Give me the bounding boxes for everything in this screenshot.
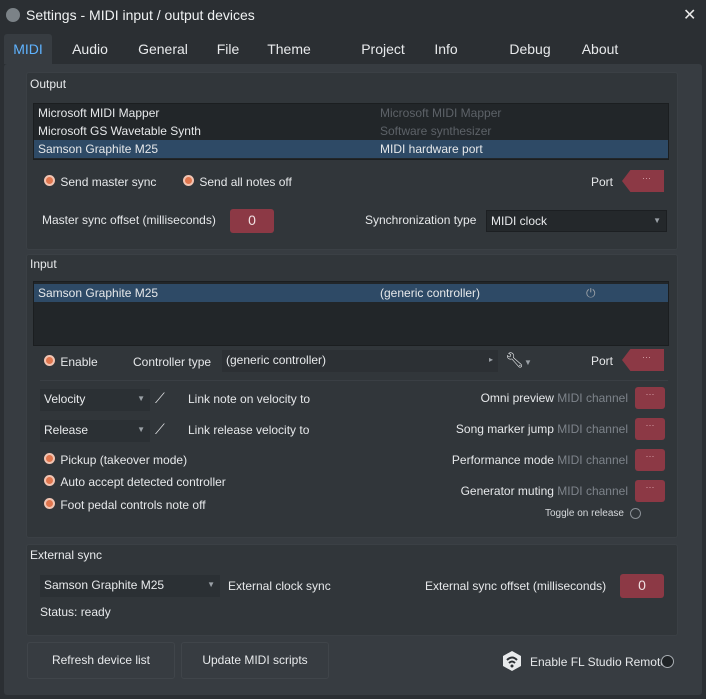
velocity-dropdown[interactable]: Velocity ▼ [40, 389, 150, 411]
output-title: Output [30, 77, 67, 91]
tab-file[interactable]: File [206, 34, 250, 64]
tab-project[interactable]: Project [350, 34, 416, 64]
list-item[interactable]: Microsoft GS Wavetable Synth Software sy… [34, 122, 668, 140]
performance-mode-channel-button[interactable]: ··· [635, 449, 665, 471]
toggle-on-release[interactable]: Toggle on release [545, 508, 641, 519]
external-sync-offset-knob[interactable]: 0 [620, 574, 664, 598]
radio-icon [44, 453, 55, 464]
link-icon[interactable]: ⟋ [155, 390, 165, 407]
window-title: Settings - MIDI input / output devices [26, 7, 255, 23]
external-clock-sync-label: External clock sync [228, 579, 331, 593]
toggle-radio-icon [629, 508, 641, 519]
song-marker-jump-label: Song marker jump MIDI channel [455, 422, 628, 436]
list-item[interactable]: Samson Graphite M25 MIDI hardware port [34, 140, 668, 158]
sync-type-dropdown[interactable]: MIDI clock ▼ [486, 210, 667, 232]
enable-radio[interactable]: Enable [44, 355, 98, 369]
foot-pedal-radio[interactable]: Foot pedal controls note off [44, 498, 206, 512]
master-sync-offset-label: Master sync offset (milliseconds) [42, 213, 216, 227]
song-marker-jump-channel-button[interactable]: ··· [635, 418, 665, 440]
tab-debug[interactable]: Debug [500, 34, 560, 64]
update-midi-scripts-button[interactable]: Update MIDI scripts [181, 642, 329, 679]
remote-wifi-icon [502, 650, 522, 672]
auto-accept-radio[interactable]: Auto accept detected controller [44, 475, 226, 489]
sync-type-label: Synchronization type [365, 213, 477, 227]
input-title: Input [30, 257, 57, 271]
tab-audio[interactable]: Audio [60, 34, 120, 64]
input-port-button[interactable]: ··· [622, 349, 664, 371]
enable-fl-studio-remote-label: Enable FL Studio Remote [530, 655, 667, 669]
radio-icon [44, 175, 55, 186]
chevron-down-icon: ▼ [137, 425, 145, 434]
output-port-label: Port [591, 175, 614, 189]
tab-theme[interactable]: Theme [258, 34, 320, 64]
app-gear-icon [6, 8, 20, 22]
tab-midi[interactable]: MIDI [4, 34, 52, 64]
chevron-down-icon: ▼ [207, 580, 215, 589]
list-item[interactable]: Microsoft MIDI Mapper Microsoft MIDI Map… [34, 104, 668, 122]
external-sync-title: External sync [30, 548, 103, 562]
output-port-button[interactable]: ··· [622, 170, 664, 192]
power-icon[interactable]: ⏻ [586, 284, 596, 302]
omni-preview-label: Omni preview MIDI channel [480, 391, 628, 405]
chevron-down-icon: ▼ [653, 216, 661, 225]
status-text: Status: ready [40, 605, 111, 619]
tab-info[interactable]: Info [424, 34, 468, 64]
refresh-device-list-button[interactable]: Refresh device list [27, 642, 175, 679]
radio-icon [44, 498, 55, 509]
send-all-notes-off-radio[interactable]: Send all notes off [183, 175, 292, 189]
external-sync-offset-label: External sync offset (milliseconds) [425, 579, 607, 593]
input-device-list: Samson Graphite M25 (generic controller)… [33, 281, 669, 346]
title-bar: Settings - MIDI input / output devices ✕ [0, 0, 706, 32]
chevron-right-icon: ▸ [488, 355, 493, 364]
master-sync-offset-knob[interactable]: 0 [230, 209, 274, 233]
controller-type-dropdown[interactable]: (generic controller) ▸ [222, 350, 498, 372]
radio-icon [44, 355, 55, 366]
pickup-radio[interactable]: Pickup (takeover mode) [44, 453, 187, 467]
send-master-sync-radio[interactable]: Send master sync [44, 175, 156, 189]
release-dropdown[interactable]: Release ▼ [40, 420, 150, 442]
enable-remote-radio[interactable] [661, 655, 674, 668]
chevron-down-icon: ▼ [137, 394, 145, 403]
close-icon[interactable]: ✕ [683, 5, 696, 25]
generator-muting-label: Generator muting MIDI channel [460, 484, 628, 498]
tab-about[interactable]: About [570, 34, 630, 64]
input-port-label: Port [591, 354, 614, 368]
performance-mode-label: Performance mode MIDI channel [451, 453, 628, 467]
tab-bar: MIDI Audio General File Theme Project In… [0, 34, 706, 64]
link-release-velocity-label: Link release velocity to [188, 423, 310, 437]
divider [40, 380, 668, 381]
tab-general[interactable]: General [130, 34, 196, 64]
link-note-velocity-label: Link note on velocity to [188, 392, 311, 406]
radio-icon [44, 475, 55, 486]
generator-muting-channel-button[interactable]: ··· [635, 480, 665, 502]
link-icon[interactable]: ⟋ [155, 421, 165, 438]
controller-type-label: Controller type [133, 355, 212, 369]
wrench-icon[interactable]: 🔧︎▼ [505, 351, 532, 369]
radio-icon [183, 175, 194, 186]
list-item[interactable]: Samson Graphite M25 (generic controller)… [34, 284, 668, 302]
external-sync-device-dropdown[interactable]: Samson Graphite M25 ▼ [40, 575, 220, 597]
omni-preview-channel-button[interactable]: ··· [635, 387, 665, 409]
output-device-list: Microsoft MIDI Mapper Microsoft MIDI Map… [33, 103, 669, 160]
